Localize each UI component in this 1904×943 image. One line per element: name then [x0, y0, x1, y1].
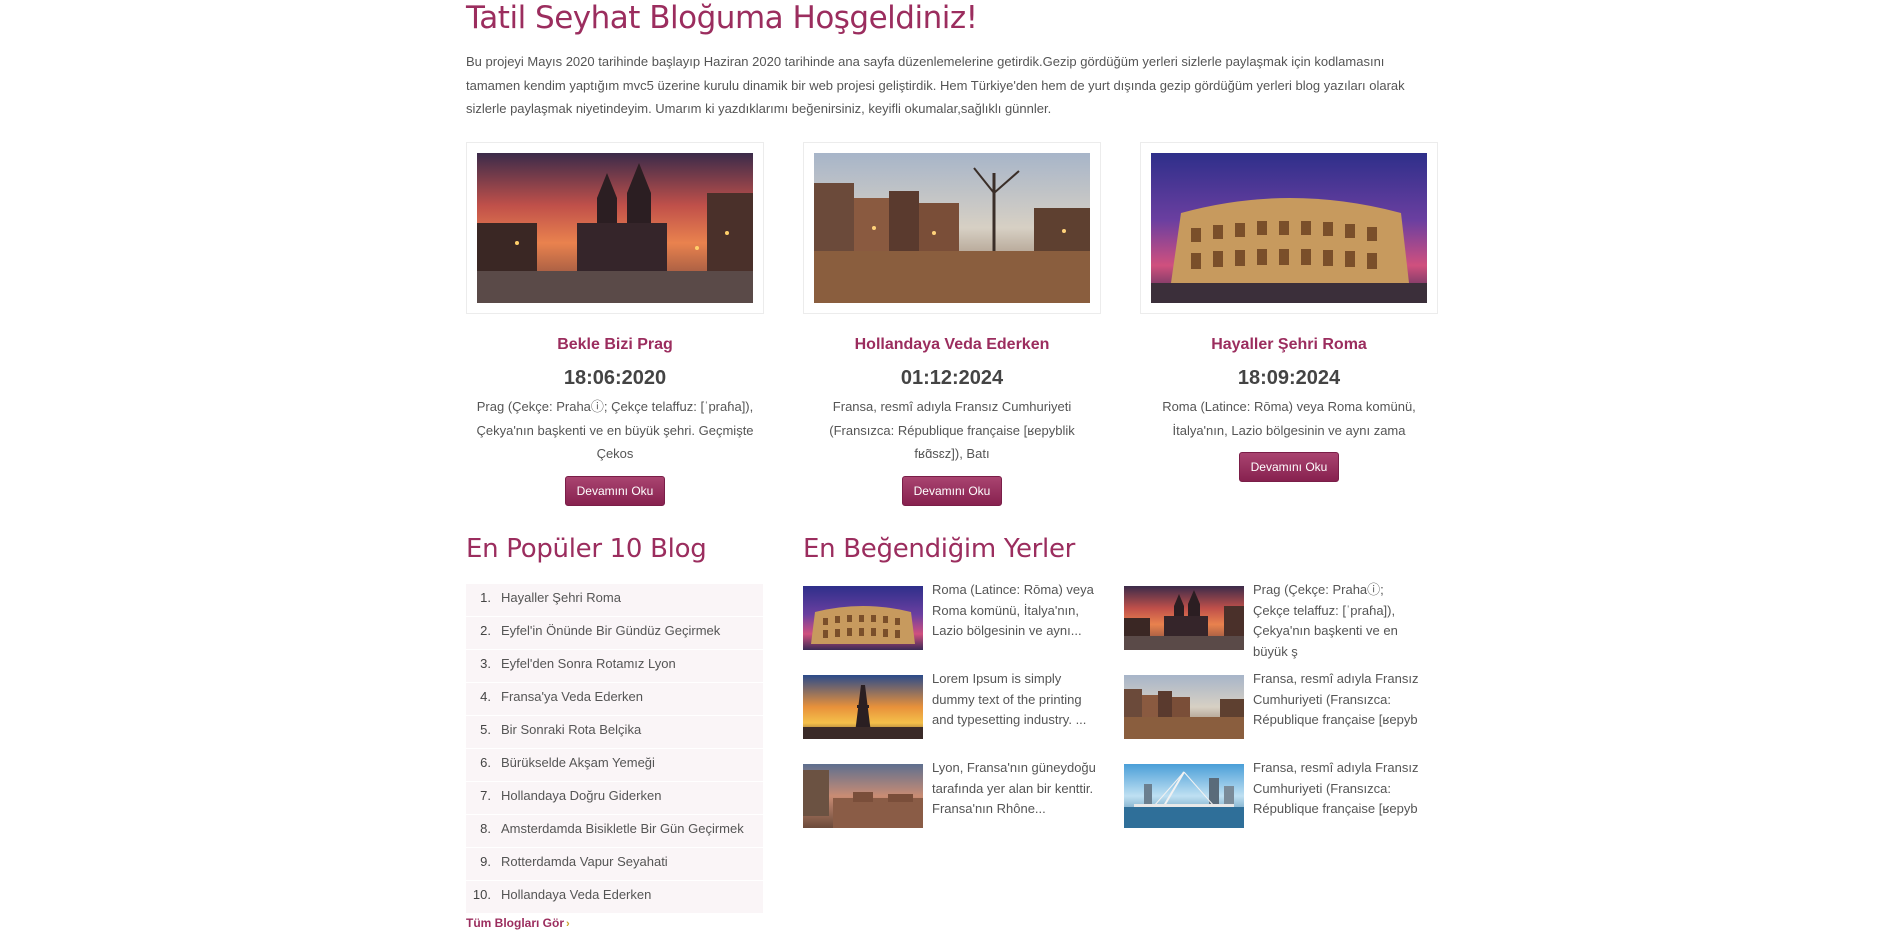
featured-date: 01:12:2024 [900, 367, 1004, 389]
favorites-title: En Beğendiğim Yerler [803, 534, 1076, 564]
popular-title: En Popüler 10 Blog [466, 534, 707, 564]
list-item[interactable]: 10. Hollandaya Veda Ederken [466, 881, 763, 914]
item-number: 9. [480, 854, 491, 869]
featured-excerpt: Fransa, resmî adıyla Fransız Cumhuriyeti… [829, 399, 1075, 461]
featured-excerpt: Roma (Latince: Rōma) veya Roma komünü, İ… [1162, 399, 1416, 438]
list-item[interactable]: 5. Bir Sonraki Rota Belçika [466, 716, 763, 749]
featured-card: Bekle Bizi Prag 18:06:2020 Prag (Çekçe: … [466, 142, 764, 506]
photo-frame [803, 142, 1101, 314]
popular-link[interactable]: Hollandaya Doğru Giderken [501, 782, 661, 810]
popular-link[interactable]: Eyfel'den Sonra Rotamız Lyon [501, 650, 676, 678]
lyon-thumb[interactable] [803, 764, 923, 828]
featured-excerpt: Prag (Çekçe: Prahaⓘ; Çekçe telaffuz: [ˈp… [476, 399, 754, 461]
photo-frame [466, 142, 764, 314]
item-number: 2. [480, 623, 491, 638]
item-number: 5. [480, 722, 491, 737]
favorite-text[interactable]: Lorem Ipsum is simply dummy text of the … [932, 669, 1102, 731]
favorite-text[interactable]: Roma (Latince: Rōma) veya Roma komünü, İ… [932, 580, 1102, 642]
item-number: 10. [472, 887, 491, 902]
featured-title[interactable]: Hayaller Şehri Roma [1140, 336, 1438, 354]
popular-link[interactable]: Eyfel'in Önünde Bir Gündüz Geçirmek [501, 617, 720, 645]
prague-photo[interactable] [477, 153, 753, 303]
favorite-item[interactable]: Fransa, resmî adıyla Fransız Cumhuriyeti… [1124, 671, 1424, 739]
favorite-item[interactable]: Fransa, resmî adıyla Fransız Cumhuriyeti… [1124, 760, 1424, 828]
item-number: 6. [480, 755, 491, 770]
featured-date: 18:09:2024 [1237, 367, 1341, 389]
photo-frame [1140, 142, 1438, 314]
list-item[interactable]: 9. Rotterdamda Vapur Seyahati [466, 848, 763, 881]
list-item[interactable]: 7. Hollandaya Doğru Giderken [466, 782, 763, 815]
list-item[interactable]: 6. Bürükselde Akşam Yemeği [466, 749, 763, 782]
favorite-text[interactable]: Fransa, resmî adıyla Fransız Cumhuriyeti… [1253, 669, 1423, 731]
chevron-right-icon: › [566, 918, 570, 930]
all-blogs-label: Tüm Blogları Gör [466, 916, 565, 930]
popular-link[interactable]: Bürükselde Akşam Yemeği [501, 749, 655, 777]
list-item[interactable]: 4. Fransa'ya Veda Ederken [466, 683, 763, 716]
intro-text: Bu projeyi Mayıs 2020 tarihinde başlayıp… [466, 54, 1405, 116]
favorite-text[interactable]: Fransa, resmî adıyla Fransız Cumhuriyeti… [1253, 758, 1423, 820]
item-number: 4. [480, 689, 491, 704]
popular-link[interactable]: Rotterdamda Vapur Seyahati [501, 848, 668, 876]
read-more-button[interactable]: Devamını Oku [1238, 452, 1340, 482]
popular-link[interactable]: Hayaller Şehri Roma [501, 584, 621, 612]
featured-card: Hollandaya Veda Ederken 01:12:2024 Frans… [803, 142, 1101, 506]
popular-list: 1. Hayaller Şehri Roma 2. Eyfel'in Önünde … [466, 584, 763, 914]
featured-title[interactable]: Hollandaya Veda Ederken [803, 336, 1101, 354]
favorite-item[interactable]: Lyon, Fransa'nın güneydoğu tarafında yer… [803, 760, 1103, 828]
popular-link[interactable]: Amsterdamda Bisikletle Bir Gün Geçirmek [501, 815, 744, 843]
list-item[interactable]: 3. Eyfel'den Sonra Rotamız Lyon [466, 650, 763, 683]
favorite-item[interactable]: Roma (Latince: Rōma) veya Roma komünü, İ… [803, 582, 1103, 650]
favorite-item[interactable]: Prag (Çekçe: Prahaⓘ; Çekçe telaffuz: [ˈp… [1124, 582, 1424, 659]
item-number: 1. [480, 590, 491, 605]
read-more-button[interactable]: Devamını Oku [901, 475, 1003, 506]
item-number: 3. [480, 656, 491, 671]
colosseum-thumb[interactable] [803, 586, 923, 650]
popular-link[interactable]: Hollandaya Veda Ederken [501, 881, 651, 909]
list-item[interactable]: 1. Hayaller Şehri Roma [466, 584, 763, 617]
rotterdam-thumb[interactable] [1124, 764, 1244, 828]
list-item[interactable]: 8. Amsterdamda Bisikletle Bir Gün Geçirme… [466, 815, 763, 848]
amsterdam-thumb[interactable] [1124, 675, 1244, 739]
featured-card: Hayaller Şehri Roma 18:09:2024 Roma (Lat… [1140, 142, 1438, 482]
featured-date: 18:06:2020 [563, 367, 667, 389]
eiffel-thumb[interactable] [803, 675, 923, 739]
featured-title[interactable]: Bekle Bizi Prag [466, 336, 764, 354]
amsterdam-photo[interactable] [814, 153, 1090, 303]
colosseum-photo[interactable] [1151, 153, 1427, 303]
favorite-text[interactable]: Lyon, Fransa'nın güneydoğu tarafında yer… [932, 758, 1102, 820]
list-item[interactable]: 2. Eyfel'in Önünde Bir Gündüz Geçirmek [466, 617, 763, 650]
popular-link[interactable]: Bir Sonraki Rota Belçika [501, 716, 641, 744]
page-title: Tatil Seyhat Bloğuma Hoşgeldiniz! [466, 0, 978, 36]
prague-thumb[interactable] [1124, 586, 1244, 650]
item-number: 7. [480, 788, 491, 803]
all-blogs-link[interactable]: Tüm Blogları Gör › [466, 916, 570, 930]
favorite-item[interactable]: Lorem Ipsum is simply dummy text of the … [803, 671, 1103, 739]
popular-link[interactable]: Fransa'ya Veda Ederken [501, 683, 643, 711]
favorite-text[interactable]: Prag (Çekçe: Prahaⓘ; Çekçe telaffuz: [ˈp… [1253, 580, 1423, 662]
item-number: 8. [480, 821, 491, 836]
read-more-button[interactable]: Devamını Oku [564, 475, 666, 506]
